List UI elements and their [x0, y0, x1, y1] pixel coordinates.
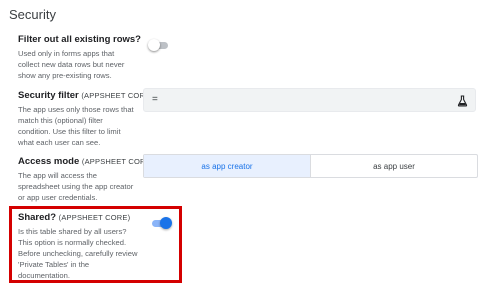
description-line: The app will access the — [18, 171, 97, 180]
description-line: Used only in forms apps that — [18, 49, 115, 58]
section-title: Security — [9, 7, 56, 22]
access-mode-description: The app will access the spreadsheet usin… — [18, 170, 154, 203]
description-line: The app uses only those rows that — [18, 105, 134, 114]
security-filter-label: Security filter — [18, 90, 79, 101]
filter-rows-description: Used only in forms apps that collect new… — [18, 48, 141, 81]
security-filter-setting: Security filter (APPSHEET CORE) The app … — [18, 90, 153, 148]
access-mode-selector[interactable]: as app creator as app user — [143, 154, 478, 178]
option-as-app-creator[interactable]: as app creator — [144, 155, 311, 177]
highlight-box — [9, 206, 182, 283]
description-line: match this (optional) filter — [18, 116, 103, 126]
option-as-app-user[interactable]: as app user — [311, 155, 477, 177]
toggle-knob — [148, 39, 160, 51]
access-mode-setting: Access mode (APPSHEET CORE) The app will… — [18, 156, 154, 203]
access-mode-label: Access mode — [18, 156, 80, 167]
description-line: collect new data rows but never — [18, 60, 125, 70]
description-line: show any pre-existing rows. — [18, 71, 112, 81]
flask-icon[interactable] — [457, 94, 468, 112]
security-filter-description: The app uses only those rows that match … — [18, 104, 153, 148]
description-line: what each user can see. — [18, 138, 101, 148]
security-filter-title: Security filter (APPSHEET CORE) — [18, 90, 153, 102]
expression-prefix: = — [152, 94, 158, 105]
security-filter-input[interactable]: = — [143, 88, 476, 112]
description-line: spreadsheet using the app creator — [18, 182, 134, 192]
filter-rows-title: Filter out all existing rows? — [18, 34, 141, 45]
description-line: or app user credentials. — [18, 193, 98, 203]
description-line: condition. Use this filter to limit — [18, 127, 121, 137]
access-mode-title: Access mode (APPSHEET CORE) — [18, 156, 154, 168]
filter-rows-toggle[interactable] — [148, 38, 170, 52]
filter-rows-setting: Filter out all existing rows? Used only … — [18, 34, 141, 81]
